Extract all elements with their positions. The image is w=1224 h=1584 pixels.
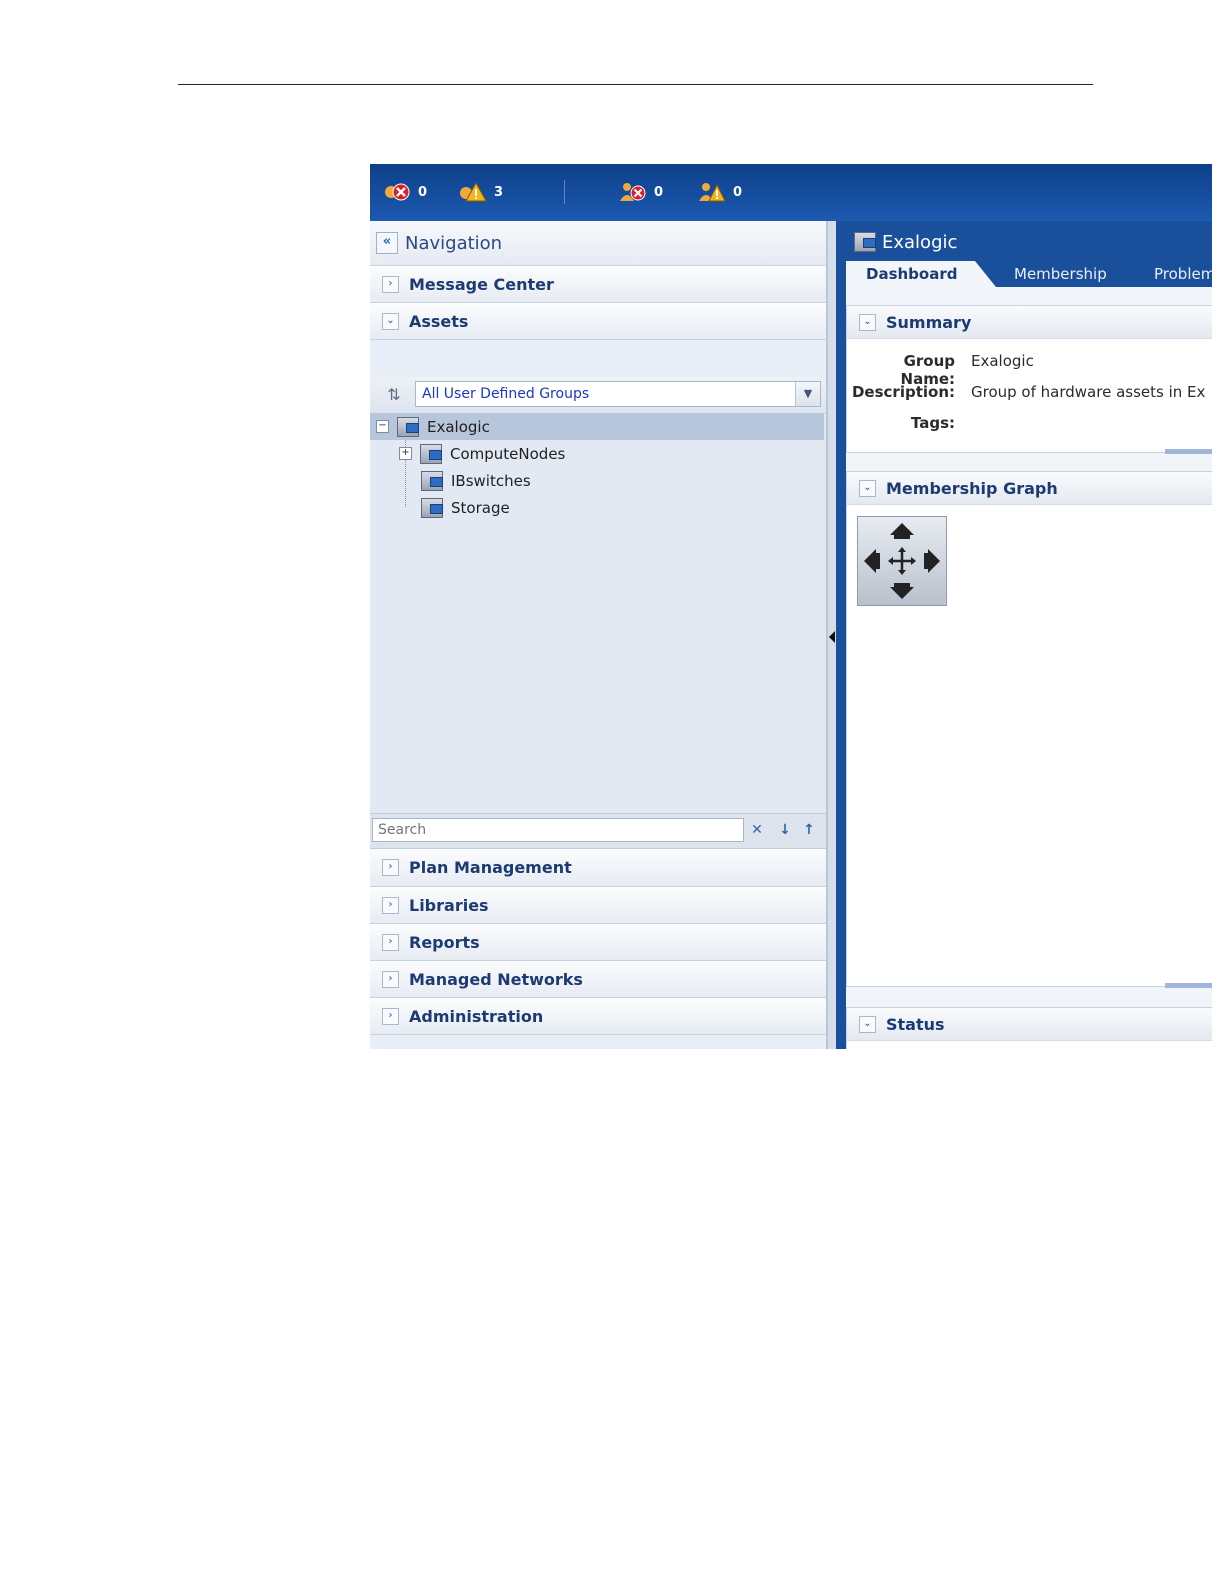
alert-warning[interactable]: 3 [458,180,503,204]
tree-node-ibswitches[interactable]: IBswitches [421,467,531,494]
tab-dashboard[interactable]: Dashboard [846,261,996,287]
detail-pane: Exalogic Dashboard Membership Problem ⌄ … [838,221,1212,1049]
accordion-message-center[interactable]: › Message Center [370,266,826,303]
summary-header[interactable]: ⌄ Summary [847,306,1212,339]
group-icon [421,470,443,491]
detail-header: Exalogic [838,221,1212,263]
detail-title: Exalogic [882,231,958,253]
group-icon [421,497,443,518]
membership-graph-panel: ⌄ Membership Graph [846,471,1212,988]
accordion-plan-management[interactable]: › Plan Management [370,849,826,887]
scrollbar-thumb[interactable] [1165,983,1212,988]
search-previous-icon[interactable]: ↑ [798,819,820,841]
navigation-header: « Navigation [370,221,826,266]
tree-node-computenodes[interactable]: + ComputeNodes [370,440,565,467]
tree-node-storage[interactable]: Storage [421,494,510,521]
collapse-arrow-icon[interactable] [829,631,835,643]
alert-user-warning[interactable]: 0 [697,180,742,204]
accordion-reports[interactable]: › Reports [370,924,826,961]
status-panel: ⌄ Status [846,1007,1212,1049]
chevron-down-icon: ⌄ [859,313,876,331]
incident-status-bar: 0 3 0 0 [370,164,1212,221]
page-top-rule [178,84,1093,85]
membership-graph-header[interactable]: ⌄ Membership Graph [847,472,1212,505]
chevron-right-icon: › [382,933,399,951]
group-selector-row: ⇅ All User Defined Groups ▼ [370,377,826,414]
alert-critical[interactable]: 0 [382,180,427,204]
critical-incident-icon [382,181,412,203]
accordion-managed-networks[interactable]: › Managed Networks [370,961,826,998]
navigation-title: Navigation [405,232,503,254]
chevron-down-icon: ⌄ [859,479,876,497]
accordion-assets[interactable]: ⌄ Assets [370,303,826,340]
status-header[interactable]: ⌄ Status [847,1008,1212,1041]
tab-membership[interactable]: Membership [1014,261,1107,287]
alert-user-critical[interactable]: 0 [618,180,663,204]
chevron-down-icon[interactable]: ▼ [795,382,820,406]
collapse-left-icon[interactable]: « [376,232,398,254]
warning-incident-icon [458,181,488,203]
chevron-right-icon: › [382,896,399,914]
pan-arrows-icon [864,523,940,599]
tab-problem[interactable]: Problem [1154,261,1212,287]
refresh-icon[interactable]: ⇅ [384,385,404,405]
navigation-sections: › Plan Management › Libraries › Reports … [370,849,826,1035]
accordion-administration[interactable]: › Administration [370,998,826,1035]
pane-splitter[interactable] [828,221,838,1049]
expand-node-icon[interactable]: + [399,447,412,460]
chevron-right-icon: › [382,1007,399,1025]
navigation-pane: « Navigation › Message Center ⌄ Assets ⇅… [370,221,828,1049]
accordion-libraries[interactable]: › Libraries [370,887,826,924]
assets-panel: ⇅ All User Defined Groups ▼ − Exalogic +… [370,377,826,813]
tree-search-row: ✕ ↓ ↑ [370,813,826,849]
tree-search-input[interactable] [372,818,744,842]
alert-separator [564,180,565,204]
chevron-right-icon: › [382,275,399,293]
enterprise-manager-window: 0 3 0 0 « Navigation › Message Center ⌄ … [370,164,1212,1049]
collapse-node-icon[interactable]: − [376,420,389,433]
search-next-icon[interactable]: ↓ [774,819,796,841]
warning-user-incident-icon [697,181,727,203]
chevron-right-icon: › [382,859,399,876]
pan-control[interactable] [857,516,947,606]
detail-tabs: Dashboard Membership Problem [846,261,1212,287]
tree-node-root[interactable]: − Exalogic [370,413,824,440]
group-icon [397,416,419,437]
group-icon [420,443,442,464]
group-icon [854,232,876,252]
chevron-down-icon: ⌄ [382,312,399,330]
clear-search-icon[interactable]: ✕ [746,819,768,841]
critical-user-incident-icon [618,181,648,203]
chevron-right-icon: › [382,970,399,988]
scrollbar-thumb[interactable] [1165,449,1212,454]
group-type-select[interactable]: All User Defined Groups ▼ [415,381,821,407]
chevron-down-icon: ⌄ [859,1015,876,1033]
summary-panel: ⌄ Summary Group Name: Exalogic Descripti… [846,305,1212,454]
